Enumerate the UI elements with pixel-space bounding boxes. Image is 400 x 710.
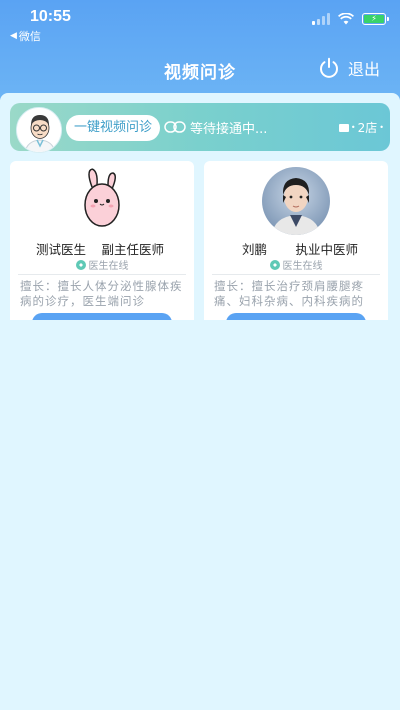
status-indicators: ⚡ [312,13,389,25]
store-icon [338,123,349,132]
back-arrow-icon: ◀ [10,31,17,41]
signal-icon [312,13,330,25]
card-divider [212,274,380,275]
online-status: 医生在线 [204,257,388,272]
blank-area [0,320,400,710]
video-consult-banner: 一键视频问诊 等待接通中... • 2店 • [10,103,390,153]
online-icon [269,259,280,270]
exit-button[interactable]: 退出 [318,56,380,80]
app-header: 10:55 ◀ 微信 ⚡ 视频问诊 退出 [0,0,400,100]
online-label: 医生在线 [88,261,129,272]
doctor-photo [262,167,330,235]
store-text: 2店 [357,121,378,135]
battery-icon: ⚡ [362,13,389,25]
back-label: 微信 [18,30,41,43]
power-icon [320,57,338,78]
doctor-skill: 擅长：擅长治疗颈肩腰腿疼痛、妇科杂病、内科疾病的 [214,279,364,308]
doctor-rank: 执业中医师 [295,242,358,257]
card-divider [18,274,186,275]
doctor-rank: 副主任医师 [101,242,164,257]
wifi-icon [338,13,354,25]
status-bar: 10:55 ◀ 微信 ⚡ [0,0,400,44]
doctor-avatar-bunny [68,167,136,235]
doctor-cartoon-avatar [16,107,62,153]
online-label: 医生在线 [282,261,323,272]
store-dot-right: • [379,123,384,132]
store-indicator[interactable]: • 2店 • [338,119,384,136]
back-to-wechat[interactable]: ◀ 微信 [10,28,41,44]
store-dot: • [350,123,356,132]
doctor-name: 刘鹏 [242,242,268,257]
doctor-card[interactable]: 测试医生 副主任医师 医生在线 擅长：擅长人体分泌性腺体疾病的诊疗，医生端问诊 [10,161,194,321]
link-icon [164,121,186,133]
one-click-video-consult-button[interactable]: 一键视频问诊 [66,115,160,141]
doctor-list: 测试医生 副主任医师 医生在线 擅长：擅长人体分泌性腺体疾病的诊疗，医生端问诊 [10,161,390,321]
doctor-card[interactable]: 刘鹏 执业中医师 医生在线 擅长：擅长治疗颈肩腰腿疼痛、妇科杂病、内科疾病的 [204,161,388,321]
doctor-name: 测试医生 [36,242,87,257]
online-status: 医生在线 [10,257,194,272]
waiting-status: 等待接通中... [190,122,268,137]
online-icon [75,259,86,270]
status-time: 10:55 [30,8,71,25]
doctor-skill: 擅长：擅长人体分泌性腺体疾病的诊疗，医生端问诊 [20,279,183,308]
exit-label: 退出 [347,60,380,79]
